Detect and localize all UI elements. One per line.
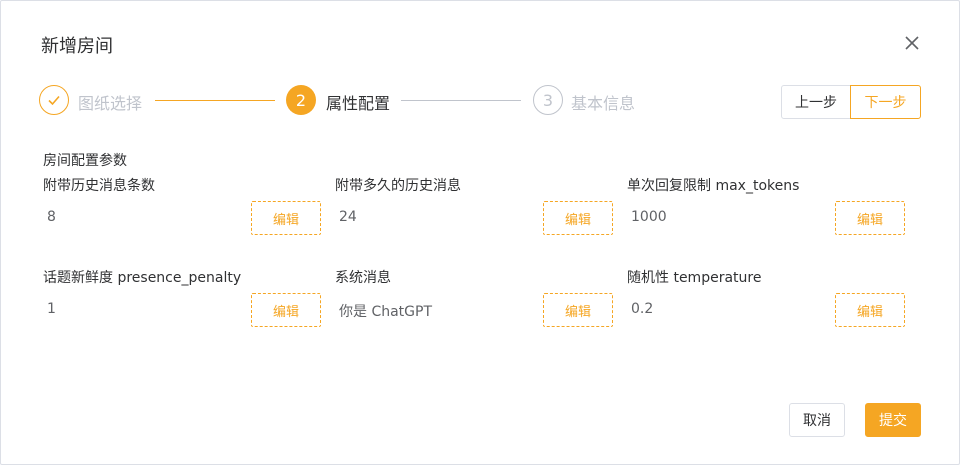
edit-button[interactable]: 编辑 xyxy=(835,201,905,235)
steps-bar: 图纸选择 2 属性配置 3 基本信息 xyxy=(39,85,739,117)
field-value: 24 xyxy=(339,209,357,225)
field-value: 8 xyxy=(47,209,56,225)
step-3-label: 基本信息 xyxy=(571,94,636,113)
field-label: 随机性 temperature xyxy=(627,270,762,286)
field-label: 系统消息 xyxy=(335,270,391,286)
field-value: 你是 ChatGPT xyxy=(339,304,433,320)
step-2-number: 2 xyxy=(286,85,316,115)
step-2-label: 属性配置 xyxy=(326,94,391,113)
field-label: 附带历史消息条数 xyxy=(43,178,155,194)
field-value: 1 xyxy=(47,301,56,317)
step-3-number: 3 xyxy=(533,85,563,115)
edit-button[interactable]: 编辑 xyxy=(543,293,613,327)
edit-button[interactable]: 编辑 xyxy=(835,293,905,327)
edit-button[interactable]: 编辑 xyxy=(251,293,321,327)
dialog-title: 新增房间 xyxy=(41,36,113,57)
step-1-label: 图纸选择 xyxy=(78,94,143,113)
prev-step-button[interactable]: 上一步 xyxy=(781,85,851,119)
field-label: 附带多久的历史消息 xyxy=(335,178,461,194)
step-1-check-icon xyxy=(39,85,69,115)
edit-button[interactable]: 编辑 xyxy=(543,201,613,235)
edit-button[interactable]: 编辑 xyxy=(251,201,321,235)
next-step-button[interactable]: 下一步 xyxy=(850,85,921,119)
submit-button[interactable]: 提交 xyxy=(865,403,921,437)
close-icon[interactable] xyxy=(901,32,923,54)
field-value: 0.2 xyxy=(631,301,654,317)
field-label: 话题新鲜度 presence_penalty xyxy=(43,270,242,286)
add-room-dialog: 新增房间 图纸选择 2 属性配置 3 基本信息 上一步 下一步 房间配置参数 附… xyxy=(0,0,960,465)
field-value: 1000 xyxy=(631,209,667,225)
step-connector xyxy=(155,100,275,101)
cancel-button[interactable]: 取消 xyxy=(789,403,845,437)
section-title: 房间配置参数 xyxy=(43,153,127,169)
step-connector xyxy=(401,100,521,101)
field-label: 单次回复限制 max_tokens xyxy=(627,178,800,194)
